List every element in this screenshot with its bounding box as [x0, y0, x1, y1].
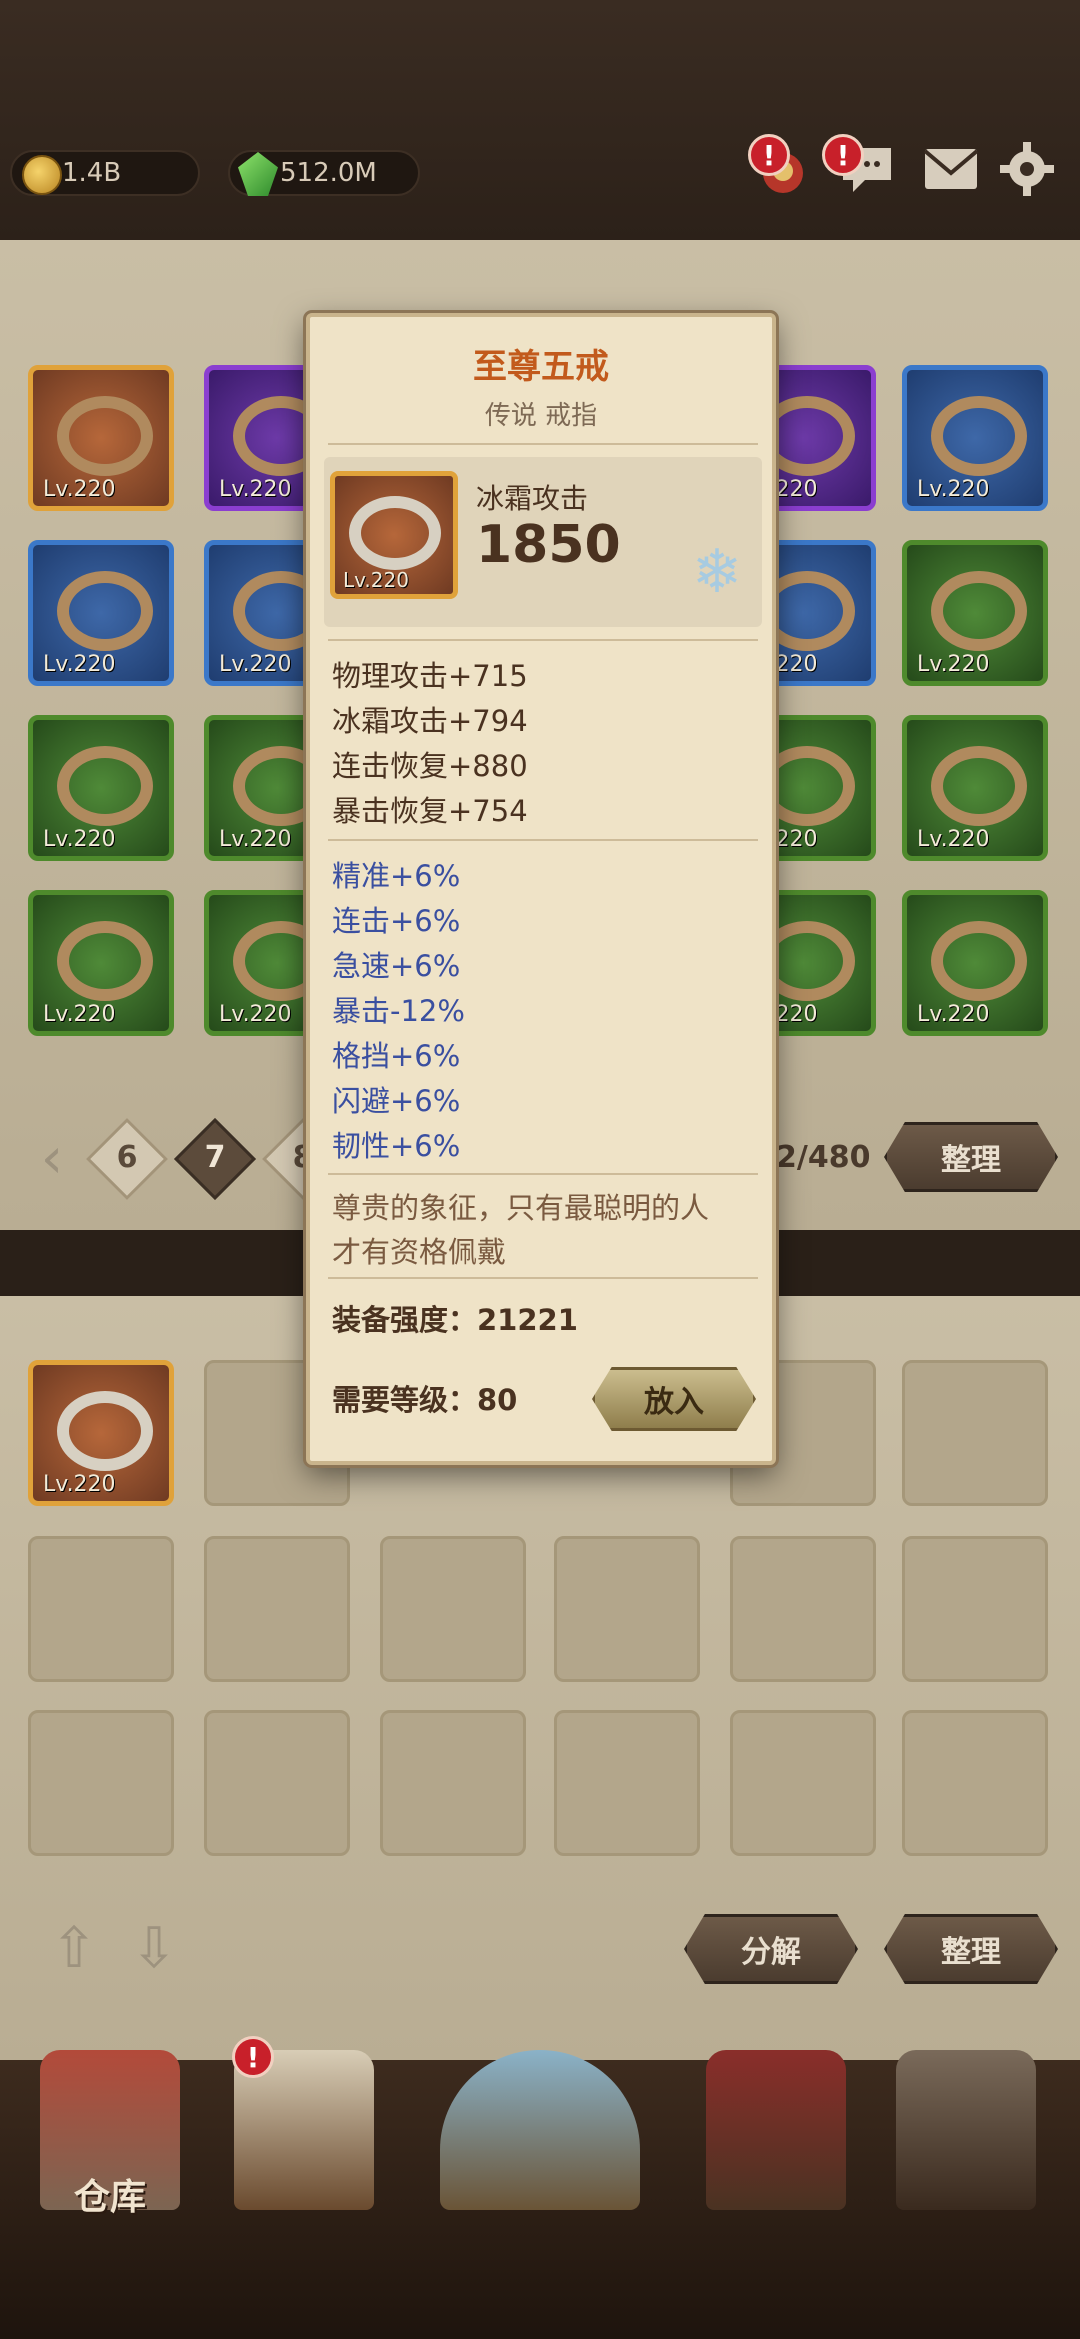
empty-slot[interactable] [730, 1710, 876, 1856]
empty-slot[interactable] [554, 1536, 700, 1682]
item-icon: Lv.220 [330, 471, 458, 599]
prev-page-arrow-icon[interactable]: ‹ [22, 1126, 82, 1191]
main-stat-name: 冰霜攻击 [476, 482, 589, 515]
empty-slot[interactable] [902, 1710, 1048, 1856]
item-level: Lv.220 [917, 652, 990, 677]
inventory-slot[interactable]: Lv.220 [28, 540, 174, 686]
item-level: Lv.220 [43, 1472, 116, 1497]
required-level: 需要等级：80 [332, 1383, 518, 1417]
empty-slot[interactable] [380, 1710, 526, 1856]
empty-slot[interactable] [902, 1536, 1048, 1682]
base-stat: 物理攻击+715 [332, 659, 528, 693]
extra-stat: 急速+6% [332, 949, 461, 983]
down-arrow-icon[interactable]: ⇩ [124, 1916, 184, 1981]
divider [328, 1173, 758, 1175]
main-stat-box: Lv.220 冰霜攻击 1850 ❄ [324, 457, 762, 627]
extra-stat: 韧性+6% [332, 1129, 461, 1163]
divider [328, 443, 758, 445]
extra-stat: 精准+6% [332, 859, 461, 893]
chat-alert-icon: ! [822, 134, 864, 176]
inventory-slot[interactable]: Lv.220 [902, 715, 1048, 861]
item-level: Lv.220 [43, 477, 116, 502]
inventory-slot[interactable]: Lv.220 [902, 540, 1048, 686]
empty-slot[interactable] [730, 1536, 876, 1682]
tavern-alert-icon: ! [232, 2036, 274, 2078]
gear-icon[interactable] [996, 138, 1058, 200]
base-stat: 连击恢复+880 [332, 749, 528, 783]
green-gem-icon [238, 152, 278, 196]
gold-counter: 1.4B [10, 150, 200, 196]
bag-alert-icon: ! [748, 134, 790, 176]
storage-slot[interactable]: Lv.220 [28, 1360, 174, 1506]
item-description: 才有资格佩戴 [332, 1235, 507, 1269]
empty-slot[interactable] [554, 1710, 700, 1856]
nav-forge[interactable] [876, 2040, 1056, 2240]
item-rarity-type: 传说 戒指 [484, 401, 598, 431]
empty-slot[interactable] [380, 1536, 526, 1682]
extra-stat: 暴击-12% [332, 994, 465, 1028]
inventory-slot[interactable]: Lv.220 [902, 365, 1048, 511]
item-count: 2/480 [776, 1140, 871, 1175]
extra-stat: 闪避+6% [332, 1084, 461, 1118]
item-level: Lv.220 [219, 827, 292, 852]
nav-shop[interactable] [686, 2040, 866, 2240]
storage-sort-button[interactable]: 整理 [884, 1914, 1058, 1984]
decompose-button[interactable]: 分解 [684, 1914, 858, 1984]
forge-icon [896, 2050, 1036, 2210]
nav-warehouse-label: 仓库 [73, 2177, 146, 2218]
item-level: Lv.220 [219, 477, 292, 502]
inventory-slot[interactable]: Lv.220 [902, 890, 1048, 1036]
item-level: Lv.220 [917, 827, 990, 852]
snowflake-icon: ❄ [691, 537, 742, 607]
put-in-button[interactable]: 放入 [592, 1367, 756, 1431]
divider [328, 639, 758, 641]
inventory-slot[interactable]: Lv.220 [28, 365, 174, 511]
gem-amount: 512.0M [280, 158, 377, 188]
item-level: Lv.220 [43, 652, 116, 677]
empty-slot[interactable] [204, 1536, 350, 1682]
empty-slot[interactable] [902, 1360, 1048, 1506]
empty-slot[interactable] [28, 1710, 174, 1856]
empty-slot[interactable] [28, 1536, 174, 1682]
item-level: Lv.220 [219, 1002, 292, 1027]
nav-adventure[interactable] [420, 2040, 660, 2240]
inventory-slot[interactable]: Lv.220 [28, 890, 174, 1036]
gem-counter: 512.0M [228, 150, 420, 196]
sort-button[interactable]: 整理 [884, 1122, 1058, 1192]
item-level: Lv.220 [43, 827, 116, 852]
page-number: 6 [116, 1140, 138, 1175]
mail-icon[interactable] [920, 138, 982, 200]
base-stat: 冰霜攻击+794 [332, 704, 528, 738]
page-number-active: 7 [204, 1140, 226, 1175]
extra-stat: 格挡+6% [332, 1039, 461, 1073]
base-stat: 暴击恢复+754 [332, 794, 528, 828]
extra-stat: 连击+6% [332, 904, 461, 938]
top-bar [0, 0, 1080, 240]
item-name: 至尊五戒 [473, 347, 609, 387]
divider [328, 1277, 758, 1279]
empty-slot[interactable] [204, 1710, 350, 1856]
item-level: Lv.220 [43, 1002, 116, 1027]
up-arrow-icon[interactable]: ⇧ [44, 1916, 104, 1981]
item-level: Lv.220 [343, 568, 409, 592]
item-level: Lv.220 [219, 652, 292, 677]
main-stat-value: 1850 [476, 515, 621, 575]
gold-coin-icon [22, 155, 62, 195]
item-description: 尊贵的象征，只有最聪明的人 [332, 1191, 710, 1225]
gold-amount: 1.4B [62, 158, 122, 188]
item-level: Lv.220 [917, 477, 990, 502]
tent-icon [706, 2050, 846, 2210]
item-level: Lv.220 [917, 1002, 990, 1027]
equipment-power: 装备强度：21221 [332, 1303, 578, 1337]
adventure-portal-icon [440, 2050, 640, 2210]
divider [328, 839, 758, 841]
nav-warehouse[interactable]: 仓库 [20, 2040, 200, 2240]
inventory-slot[interactable]: Lv.220 [28, 715, 174, 861]
item-tooltip: 至尊五戒 传说 戒指 Lv.220 冰霜攻击 1850 ❄ 物理攻击+715 冰… [306, 313, 776, 1465]
